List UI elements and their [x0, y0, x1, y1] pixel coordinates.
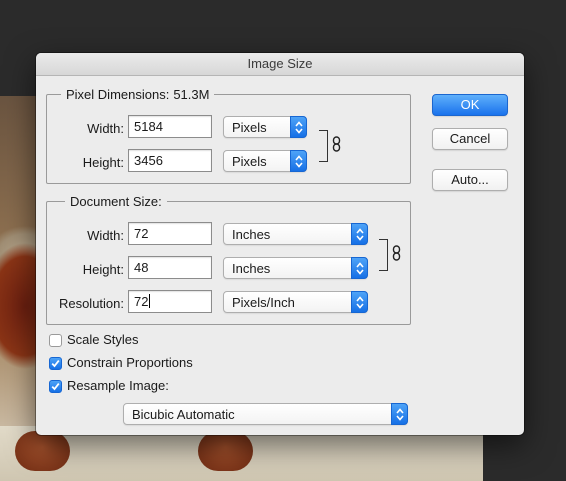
doc-height-input[interactable]: 48: [128, 256, 212, 279]
pixel-width-unit-value: Pixels: [232, 120, 267, 135]
scale-styles-checkbox[interactable]: [49, 334, 62, 347]
resample-image-label[interactable]: Resample Image:: [67, 378, 169, 393]
doc-width-unit-value: Inches: [232, 227, 271, 242]
pixel-link-bracket: [319, 130, 328, 162]
pixel-width-input[interactable]: 5184: [128, 115, 212, 138]
pixel-height-unit-select[interactable]: Pixels: [223, 150, 307, 172]
resolution-value: 72: [134, 294, 149, 309]
ok-button[interactable]: OK: [432, 94, 508, 116]
dialog-title: Image Size: [36, 53, 524, 76]
checkmark-icon: [51, 383, 60, 391]
doc-width-unit-select[interactable]: Inches: [223, 223, 368, 245]
updown-arrows-icon: [351, 291, 368, 313]
pixel-dimensions-label: Pixel Dimensions:: [66, 87, 170, 102]
pixel-width-unit-select[interactable]: Pixels: [223, 116, 307, 138]
doc-height-label: Height:: [82, 262, 124, 277]
doc-height-unit-select[interactable]: Inches: [223, 257, 368, 279]
chain-link-icon[interactable]: [392, 245, 401, 261]
pixel-height-unit-value: Pixels: [232, 154, 267, 169]
document-size-legend: Document Size:: [65, 194, 167, 209]
auto-button[interactable]: Auto...: [432, 169, 508, 191]
doc-height-unit-value: Inches: [232, 261, 271, 276]
pixel-dimensions-size: 51.3M: [173, 87, 210, 102]
resolution-input[interactable]: 72: [128, 290, 212, 313]
constrain-proportions-label[interactable]: Constrain Proportions: [67, 355, 193, 370]
resolution-unit-select[interactable]: Pixels/Inch: [223, 291, 368, 313]
updown-arrows-icon: [290, 150, 307, 172]
scale-styles-label[interactable]: Scale Styles: [67, 332, 139, 347]
doc-width-label: Width:: [87, 228, 124, 243]
text-caret: [149, 294, 151, 308]
pixel-dimensions-legend: Pixel Dimensions: 51.3M: [61, 87, 215, 102]
pixel-height-label: Height:: [82, 155, 124, 170]
cancel-button[interactable]: Cancel: [432, 128, 508, 150]
photo-hand-left: [15, 431, 70, 471]
updown-arrows-icon: [391, 403, 408, 425]
constrain-proportions-checkbox[interactable]: [49, 357, 62, 370]
updown-arrows-icon: [351, 257, 368, 279]
resample-method-value: Bicubic Automatic: [132, 407, 235, 422]
updown-arrows-icon: [351, 223, 368, 245]
photo-hand-right: [198, 431, 253, 471]
doc-link-bracket: [379, 239, 388, 271]
resample-image-checkbox[interactable]: [49, 380, 62, 393]
resolution-label: Resolution:: [58, 296, 124, 311]
chain-link-icon[interactable]: [332, 136, 341, 152]
checkmark-icon: [51, 360, 60, 368]
pixel-height-input[interactable]: 3456: [128, 149, 212, 172]
resolution-unit-value: Pixels/Inch: [232, 295, 295, 310]
updown-arrows-icon: [290, 116, 307, 138]
doc-width-input[interactable]: 72: [128, 222, 212, 245]
resample-method-select[interactable]: Bicubic Automatic: [123, 403, 408, 425]
pixel-width-label: Width:: [87, 121, 124, 136]
image-size-dialog: Image Size Pixel Dimensions: 51.3M Width:…: [36, 53, 524, 435]
